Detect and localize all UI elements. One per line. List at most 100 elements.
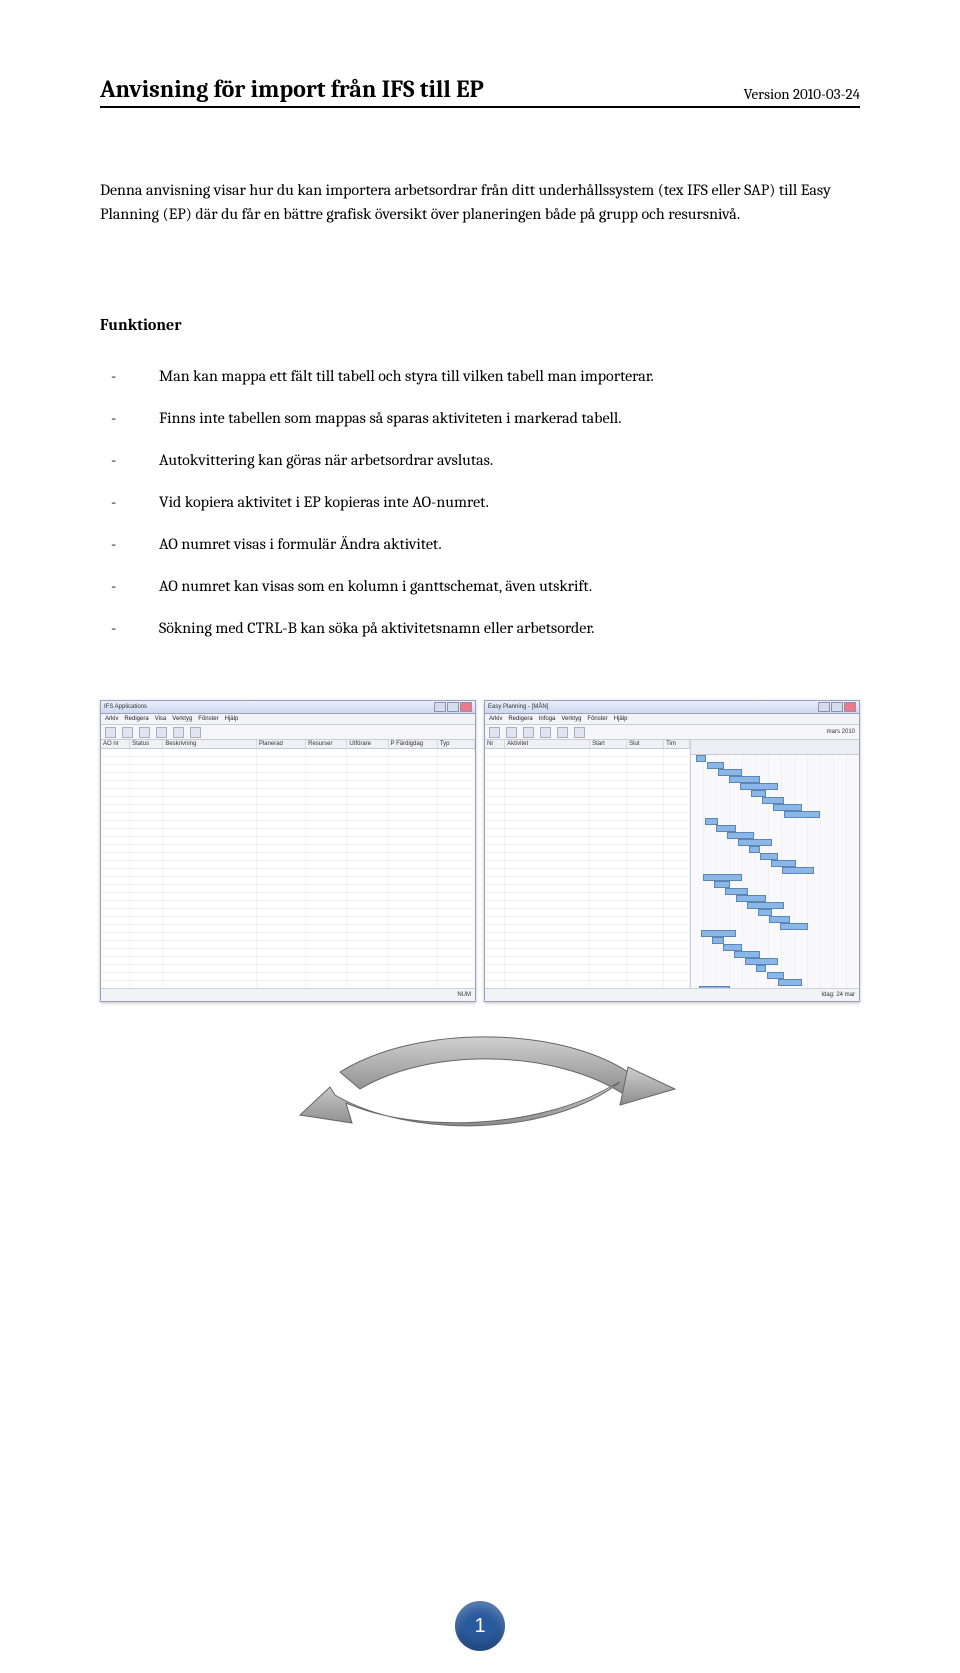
table-row[interactable] [485,957,690,965]
gantt-bar[interactable] [705,818,718,825]
table-row[interactable] [101,909,475,917]
table-row[interactable] [485,893,690,901]
table-row[interactable] [485,861,690,869]
table-row[interactable] [101,957,475,965]
gantt-bar[interactable] [758,909,772,916]
col-header[interactable]: Start [590,740,627,748]
table-row[interactable] [101,773,475,781]
gantt-bar[interactable] [740,783,778,790]
menu-item[interactable]: Fönster [198,716,218,722]
toolbar-button[interactable] [489,727,500,738]
gantt-bar[interactable] [769,916,790,923]
minimize-icon[interactable] [434,702,446,712]
gantt-bar[interactable] [727,832,754,839]
gantt-bar[interactable] [718,769,742,776]
gantt-bar[interactable] [751,790,766,797]
toolbar-button[interactable] [557,727,568,738]
table-row[interactable] [101,893,475,901]
toolbar-button[interactable] [122,727,133,738]
gantt-bar[interactable] [762,797,784,804]
col-header[interactable]: Status [130,740,163,748]
table-row[interactable] [485,949,690,957]
menu-item[interactable]: Hjälp [225,716,239,722]
gantt-bar[interactable] [703,874,742,881]
table-row[interactable] [485,869,690,877]
col-header[interactable]: Aktivitet [505,740,590,748]
table-row[interactable] [485,885,690,893]
table-row[interactable] [485,933,690,941]
table-row[interactable] [485,773,690,781]
menu-item[interactable]: Redigera [124,716,148,722]
table-row[interactable] [101,869,475,877]
table-row[interactable] [101,941,475,949]
gantt-bar[interactable] [738,839,772,846]
gantt-bar[interactable] [782,867,814,874]
table-row[interactable] [101,749,475,757]
table-row[interactable] [485,805,690,813]
col-header[interactable]: Beskrivning [163,740,257,748]
table-row[interactable] [485,877,690,885]
menu-item[interactable]: Visa [155,716,167,722]
gantt-bar[interactable] [780,923,808,930]
table-row[interactable] [485,925,690,933]
gantt-bar[interactable] [767,972,784,979]
table-row[interactable] [101,965,475,973]
table-row[interactable] [485,965,690,973]
table-row[interactable] [101,885,475,893]
table-row[interactable] [485,837,690,845]
table-row[interactable] [485,917,690,925]
table-row[interactable] [101,789,475,797]
table-row[interactable] [485,813,690,821]
toolbar-button[interactable] [190,727,201,738]
col-header[interactable]: Tim [664,740,690,748]
gantt-bar[interactable] [747,902,784,909]
gantt-bar[interactable] [760,853,778,860]
table-row[interactable] [485,797,690,805]
gantt-bar[interactable] [778,979,802,986]
gantt-bar[interactable] [756,965,766,972]
gantt-bar[interactable] [773,804,802,811]
menu-item[interactable]: Arkiv [489,716,502,722]
col-header[interactable]: Typ [438,740,475,748]
table-row[interactable] [485,749,690,757]
col-header[interactable]: P Färdigdag [389,740,438,748]
toolbar-button[interactable] [506,727,517,738]
table-row[interactable] [485,829,690,837]
gantt-bar[interactable] [712,937,724,944]
table-row[interactable] [101,805,475,813]
gantt-bar[interactable] [725,888,748,895]
minimize-icon[interactable] [818,702,830,712]
gantt-bar[interactable] [696,755,706,762]
table-row[interactable] [101,797,475,805]
table-row[interactable] [101,901,475,909]
table-row[interactable] [485,941,690,949]
table-row[interactable] [485,909,690,917]
maximize-icon[interactable] [831,702,843,712]
gantt-bar[interactable] [716,825,736,832]
col-header[interactable]: Utförare [347,740,388,748]
gantt-bar[interactable] [784,811,820,818]
menu-item[interactable]: Hjälp [614,716,628,722]
col-header[interactable]: AO nr [101,740,130,748]
table-row[interactable] [101,829,475,837]
close-icon[interactable] [844,702,856,712]
gantt-bar[interactable] [729,776,760,783]
gantt-bar[interactable] [701,930,736,937]
gantt-bar[interactable] [749,846,760,853]
maximize-icon[interactable] [447,702,459,712]
table-row[interactable] [101,877,475,885]
toolbar-button[interactable] [173,727,184,738]
table-row[interactable] [485,901,690,909]
col-header[interactable]: Nr [485,740,505,748]
table-row[interactable] [485,781,690,789]
gantt-bar[interactable] [723,944,742,951]
table-row[interactable] [485,973,690,981]
toolbar-button[interactable] [574,727,585,738]
table-row[interactable] [485,821,690,829]
gantt-bar[interactable] [736,895,766,902]
gantt-bar[interactable] [714,881,730,888]
table-row[interactable] [485,853,690,861]
table-row[interactable] [101,757,475,765]
toolbar-button[interactable] [105,727,116,738]
table-row[interactable] [101,973,475,981]
